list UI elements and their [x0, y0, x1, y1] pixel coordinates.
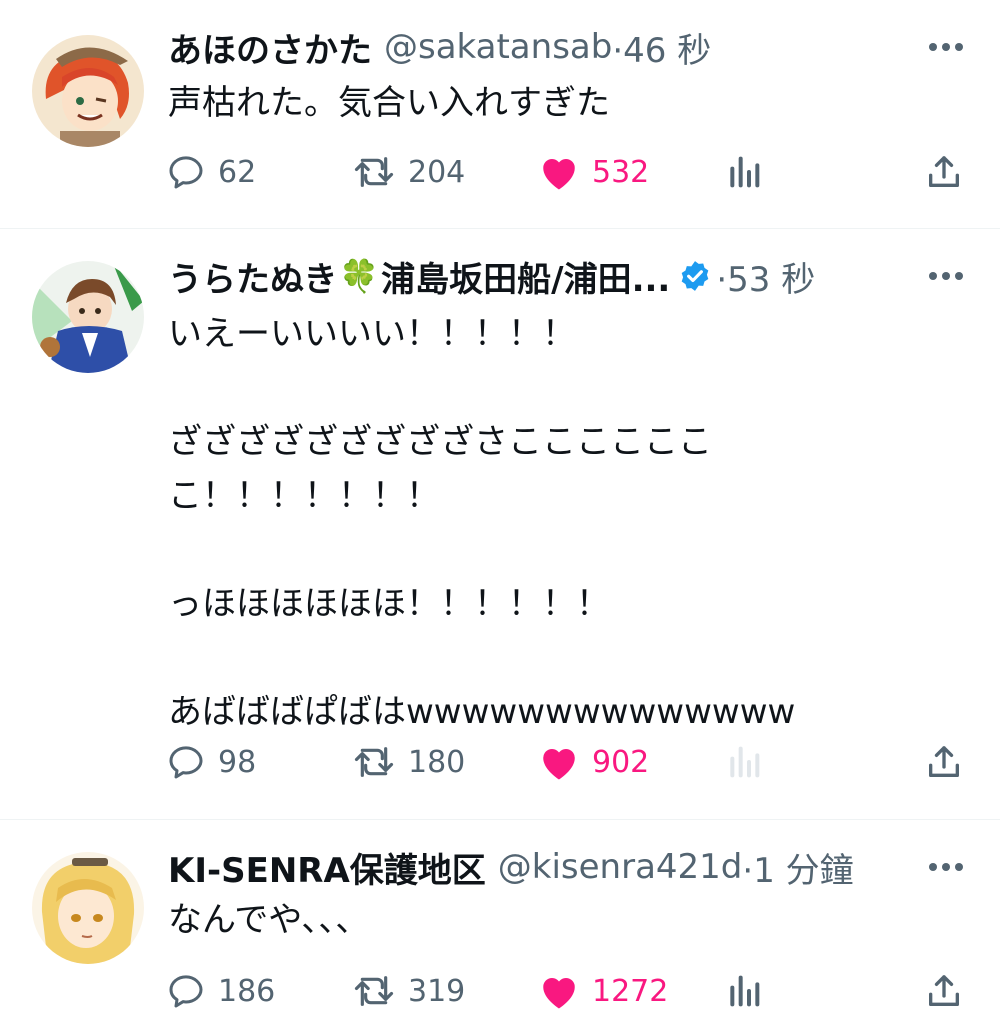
tweet[interactable]: あほのさかた @sakatansab ·46 秒 声枯れた。気合い入れすぎた 6…: [0, 0, 1000, 228]
display-name[interactable]: あほのさかた: [168, 24, 372, 71]
action-bar: 186 319 1272: [0, 971, 1000, 1011]
like-button[interactable]: 902: [538, 742, 649, 782]
tweet-text: いえーいいいい！！！！！ ざざざざざざざざざさこここここここ！！！！！！！ っほ…: [168, 314, 796, 732]
avatar[interactable]: [32, 852, 144, 964]
user-handle[interactable]: @kisenra421d: [498, 847, 743, 887]
heart-icon: [543, 159, 575, 190]
like-count: 532: [592, 154, 650, 190]
avatar[interactable]: [32, 35, 144, 147]
display-name[interactable]: KI-SENRA保護地区: [168, 844, 486, 891]
timestamp[interactable]: ·46 秒: [612, 24, 711, 71]
user-handle[interactable]: @sakatansab: [384, 27, 612, 67]
retweet-count: 319: [408, 973, 466, 1009]
share-button[interactable]: [924, 152, 964, 192]
analytics-icon: [730, 156, 760, 188]
action-bar: 98 180 902: [0, 742, 1000, 782]
analytics-icon: [730, 975, 760, 1007]
reply-count: 62: [218, 154, 257, 190]
heart-icon: [543, 978, 575, 1009]
timestamp[interactable]: ·53 秒: [716, 253, 815, 300]
tweet[interactable]: うらたぬき 🍀 浦島坂田船/浦田... ·53 秒 いえーいいいい！！！！！ ざ…: [0, 229, 1000, 819]
avatar[interactable]: [32, 261, 144, 373]
tweet-header: うらたぬき 🍀 浦島坂田船/浦田... ·53 秒: [168, 253, 930, 299]
reply-icon: [169, 746, 203, 779]
tweet-header: KI-SENRA保護地区 @kisenra421d ·1 分鐘: [168, 844, 930, 890]
retweet-count: 180: [408, 744, 466, 780]
retweet-icon: [354, 976, 394, 1006]
retweet-icon: [354, 157, 394, 187]
views-button[interactable]: [724, 971, 764, 1011]
retweet-button[interactable]: 319: [352, 971, 465, 1011]
views-button[interactable]: [724, 152, 764, 192]
analytics-icon: [730, 746, 760, 778]
share-button[interactable]: [924, 971, 964, 1011]
reply-icon: [169, 156, 203, 189]
retweet-button[interactable]: 180: [352, 742, 465, 782]
retweet-icon: [354, 747, 394, 777]
tweet-header: あほのさかた @sakatansab ·46 秒: [168, 24, 930, 70]
more-options-icon[interactable]: [926, 261, 966, 291]
reply-button[interactable]: 62: [166, 152, 256, 192]
reply-button[interactable]: 98: [166, 742, 256, 782]
like-button[interactable]: 1272: [538, 971, 668, 1011]
reply-button[interactable]: 186: [166, 971, 275, 1011]
more-options-icon[interactable]: [926, 32, 966, 62]
verified-badge-icon: [678, 259, 712, 293]
tweet[interactable]: KI-SENRA保護地区 @kisenra421d ·1 分鐘 なんでや、、、 …: [0, 820, 1000, 1024]
like-button[interactable]: 532: [538, 152, 649, 192]
tweet-text: 声枯れた。気合い入れすぎた: [168, 83, 610, 123]
share-icon: [929, 746, 959, 777]
share-icon: [929, 975, 959, 1006]
views-button[interactable]: [724, 742, 764, 782]
clover-icon: 🍀: [339, 257, 380, 295]
heart-icon: [543, 749, 575, 780]
retweet-count: 204: [408, 154, 466, 190]
like-count: 1272: [592, 973, 669, 1009]
timestamp[interactable]: ·1 分鐘: [742, 844, 853, 891]
share-icon: [929, 156, 959, 187]
action-bar: 62 204 532: [0, 152, 1000, 192]
retweet-button[interactable]: 204: [352, 152, 465, 192]
reply-icon: [169, 975, 203, 1008]
reply-count: 186: [218, 973, 276, 1009]
tweet-text: なんでや、、、: [168, 900, 370, 940]
display-name-suffix[interactable]: 浦島坂田船/浦田...: [381, 253, 670, 300]
share-button[interactable]: [924, 742, 964, 782]
like-count: 902: [592, 744, 650, 780]
more-options-icon[interactable]: [926, 852, 966, 882]
display-name[interactable]: うらたぬき: [168, 253, 337, 300]
reply-count: 98: [218, 744, 257, 780]
